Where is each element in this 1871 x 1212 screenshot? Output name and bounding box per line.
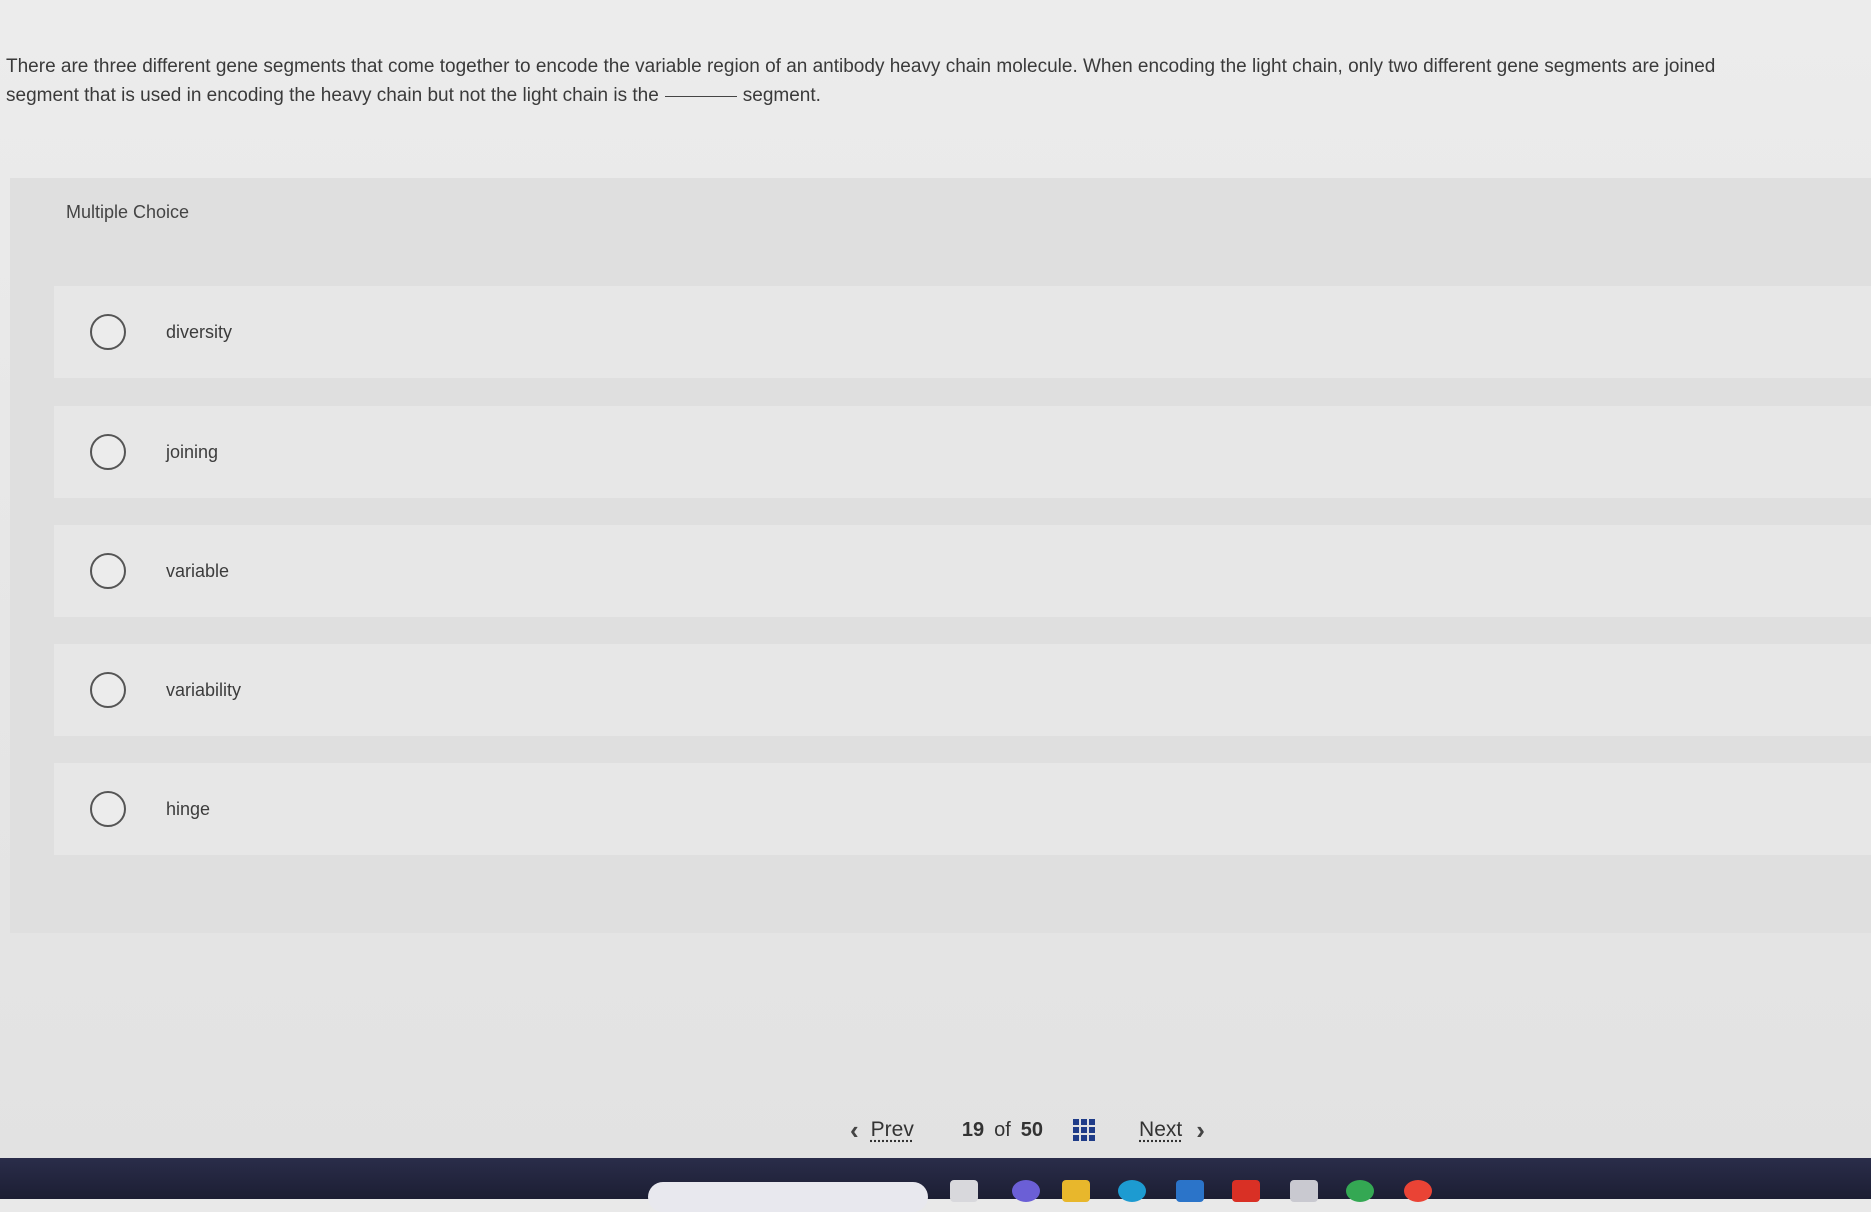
question-line-2: segment that is used in encoding the hea…: [6, 81, 1866, 110]
question-line-2-start: segment that is used in encoding the hea…: [6, 85, 659, 106]
radio-unchecked-icon[interactable]: [90, 434, 126, 470]
radio-unchecked-icon[interactable]: [90, 314, 126, 350]
radio-unchecked-icon[interactable]: [90, 791, 126, 827]
chevron-left-icon: ‹: [850, 1115, 859, 1145]
multiple-choice-label: Multiple Choice: [66, 202, 190, 222]
chevron-right-icon: ›: [1196, 1115, 1205, 1145]
quiz-page: There are three different gene segments …: [0, 0, 1871, 1212]
option-label: variability: [166, 679, 242, 700]
option-diversity[interactable]: diversity: [54, 286, 1871, 378]
prev-button[interactable]: ‹ Prev: [850, 1117, 914, 1143]
radio-unchecked-icon[interactable]: [90, 672, 126, 708]
question-navigation: ‹ Prev 19 of 50 Next ›: [850, 1110, 1205, 1150]
prev-label: Prev: [870, 1118, 914, 1141]
grid-icon[interactable]: [1073, 1119, 1096, 1141]
of-label: of: [994, 1118, 1011, 1141]
option-label: variable: [166, 560, 230, 581]
option-label: joining: [166, 441, 219, 462]
option-label: diversity: [166, 321, 233, 342]
next-label: Next: [1139, 1118, 1183, 1141]
question-line-2-end: segment.: [742, 85, 821, 106]
fill-in-blank: [664, 96, 737, 97]
question-text: There are three different gene segments …: [6, 52, 1866, 110]
taskbar-search-box[interactable]: [648, 1182, 928, 1212]
question-line-1: There are three different gene segments …: [6, 56, 1716, 77]
current-question-number: 19: [961, 1118, 985, 1141]
page-counter: 19 of 50: [961, 1118, 1096, 1142]
option-variability[interactable]: variability: [54, 644, 1871, 736]
option-hinge[interactable]: hinge: [54, 763, 1871, 855]
multiple-choice-panel: Multiple Choice diversity joining variab…: [10, 178, 1871, 933]
option-label: hinge: [166, 798, 211, 819]
option-joining[interactable]: joining: [54, 406, 1871, 498]
radio-unchecked-icon[interactable]: [90, 553, 126, 589]
taskbar: [0, 1158, 1871, 1212]
option-variable[interactable]: variable: [54, 525, 1871, 617]
total-questions: 50: [1020, 1118, 1044, 1141]
next-button[interactable]: Next ›: [1139, 1117, 1205, 1143]
